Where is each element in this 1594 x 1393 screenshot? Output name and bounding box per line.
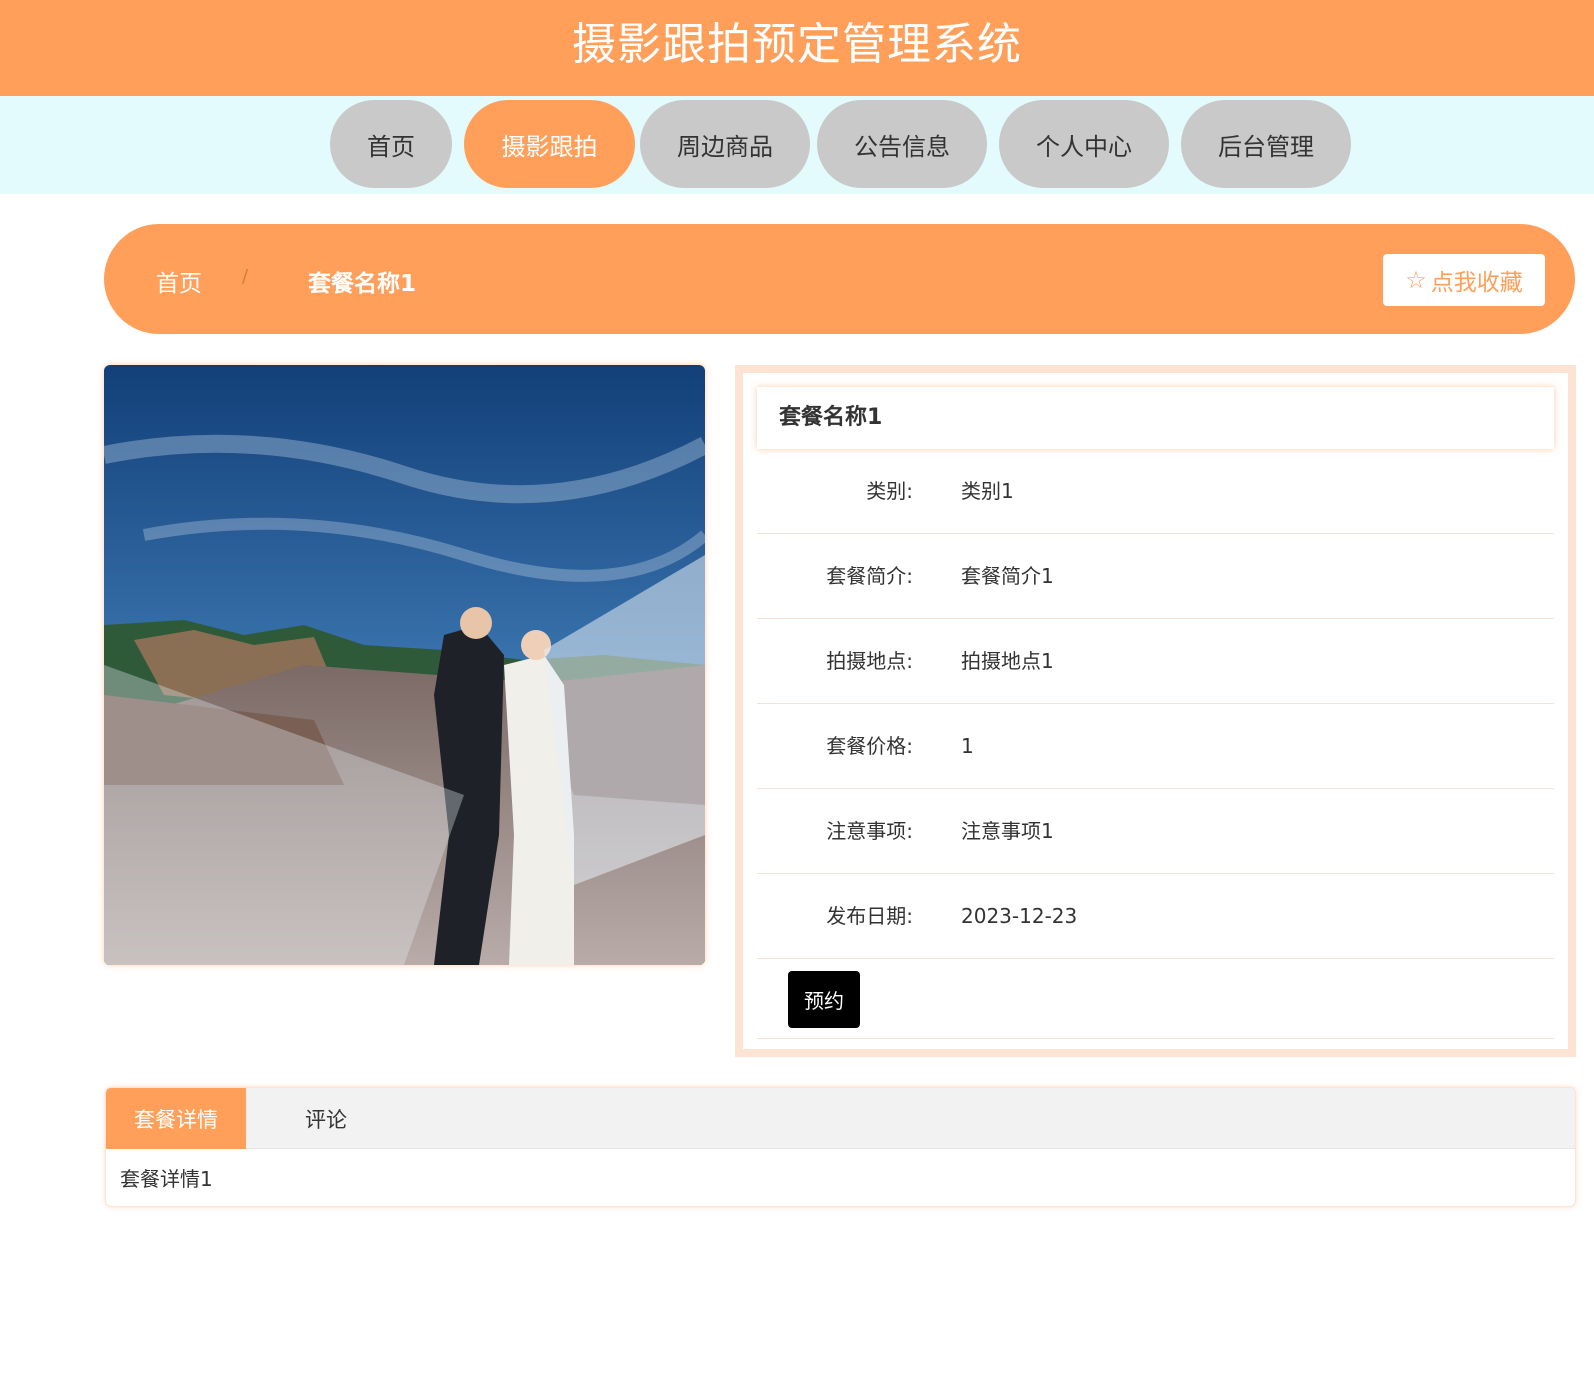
book-button[interactable]: 预约 [788, 971, 860, 1028]
favorite-button[interactable]: ☆ 点我收藏 [1383, 254, 1545, 306]
field-row: 注意事项: 注意事项1 [757, 789, 1554, 874]
field-label: 拍摄地点: [826, 649, 913, 673]
field-value: 2023-12-23 [961, 904, 1078, 928]
site-title: 摄影跟拍预定管理系统 [572, 19, 1022, 70]
field-value: 套餐简介1 [961, 564, 1054, 588]
nav-item-personal-center[interactable]: 个人中心 [999, 100, 1169, 188]
field-row: 拍摄地点: 拍摄地点1 [757, 619, 1554, 704]
field-row: 套餐简介: 套餐简介1 [757, 534, 1554, 619]
site-header: 摄影跟拍预定管理系统 [0, 0, 1594, 96]
field-label: 注意事项: [826, 819, 913, 843]
favorite-button-label: 点我收藏 [1430, 270, 1523, 296]
detail-tabs: 套餐详情 评论 套餐详情1 [105, 1087, 1576, 1207]
main-nav: 首页 摄影跟拍 周边商品 公告信息 个人中心 后台管理 [0, 96, 1594, 194]
field-value: 1 [961, 734, 974, 758]
field-label: 套餐价格: [826, 734, 913, 758]
booking-row: 预约 [757, 963, 1554, 1039]
breadcrumb: 首页 / 套餐名称1 ☆ 点我收藏 [104, 224, 1575, 334]
field-row: 类别: 类别1 [757, 449, 1554, 534]
tab-comments[interactable]: 评论 [276, 1088, 376, 1149]
star-outline-icon: ☆ [1405, 266, 1427, 294]
field-label: 套餐简介: [826, 564, 913, 588]
breadcrumb-home-link[interactable]: 首页 [156, 264, 202, 298]
nav-item-admin[interactable]: 后台管理 [1181, 100, 1351, 188]
package-info-panel: 套餐名称1 类别: 类别1 套餐简介: 套餐简介1 拍摄地点: 拍摄地点1 套餐… [735, 365, 1576, 1057]
tabs-bar: 套餐详情 评论 [106, 1088, 1575, 1149]
tab-content: 套餐详情1 [120, 1167, 213, 1191]
tab-package-details[interactable]: 套餐详情 [106, 1088, 246, 1149]
field-value: 注意事项1 [961, 819, 1054, 843]
nav-item-photography[interactable]: 摄影跟拍 [464, 100, 635, 188]
nav-item-home[interactable]: 首页 [330, 100, 452, 188]
package-photo [104, 365, 705, 965]
field-label: 发布日期: [826, 904, 913, 928]
field-row: 发布日期: 2023-12-23 [757, 874, 1554, 959]
nav-item-products[interactable]: 周边商品 [640, 100, 810, 188]
field-label: 类别: [866, 479, 913, 503]
breadcrumb-separator: / [242, 266, 249, 287]
breadcrumb-current: 套餐名称1 [308, 271, 417, 297]
field-value: 类别1 [961, 479, 1014, 503]
field-value: 拍摄地点1 [961, 649, 1054, 673]
nav-item-announcements[interactable]: 公告信息 [817, 100, 987, 188]
field-row: 套餐价格: 1 [757, 704, 1554, 789]
package-name: 套餐名称1 [757, 387, 1554, 449]
